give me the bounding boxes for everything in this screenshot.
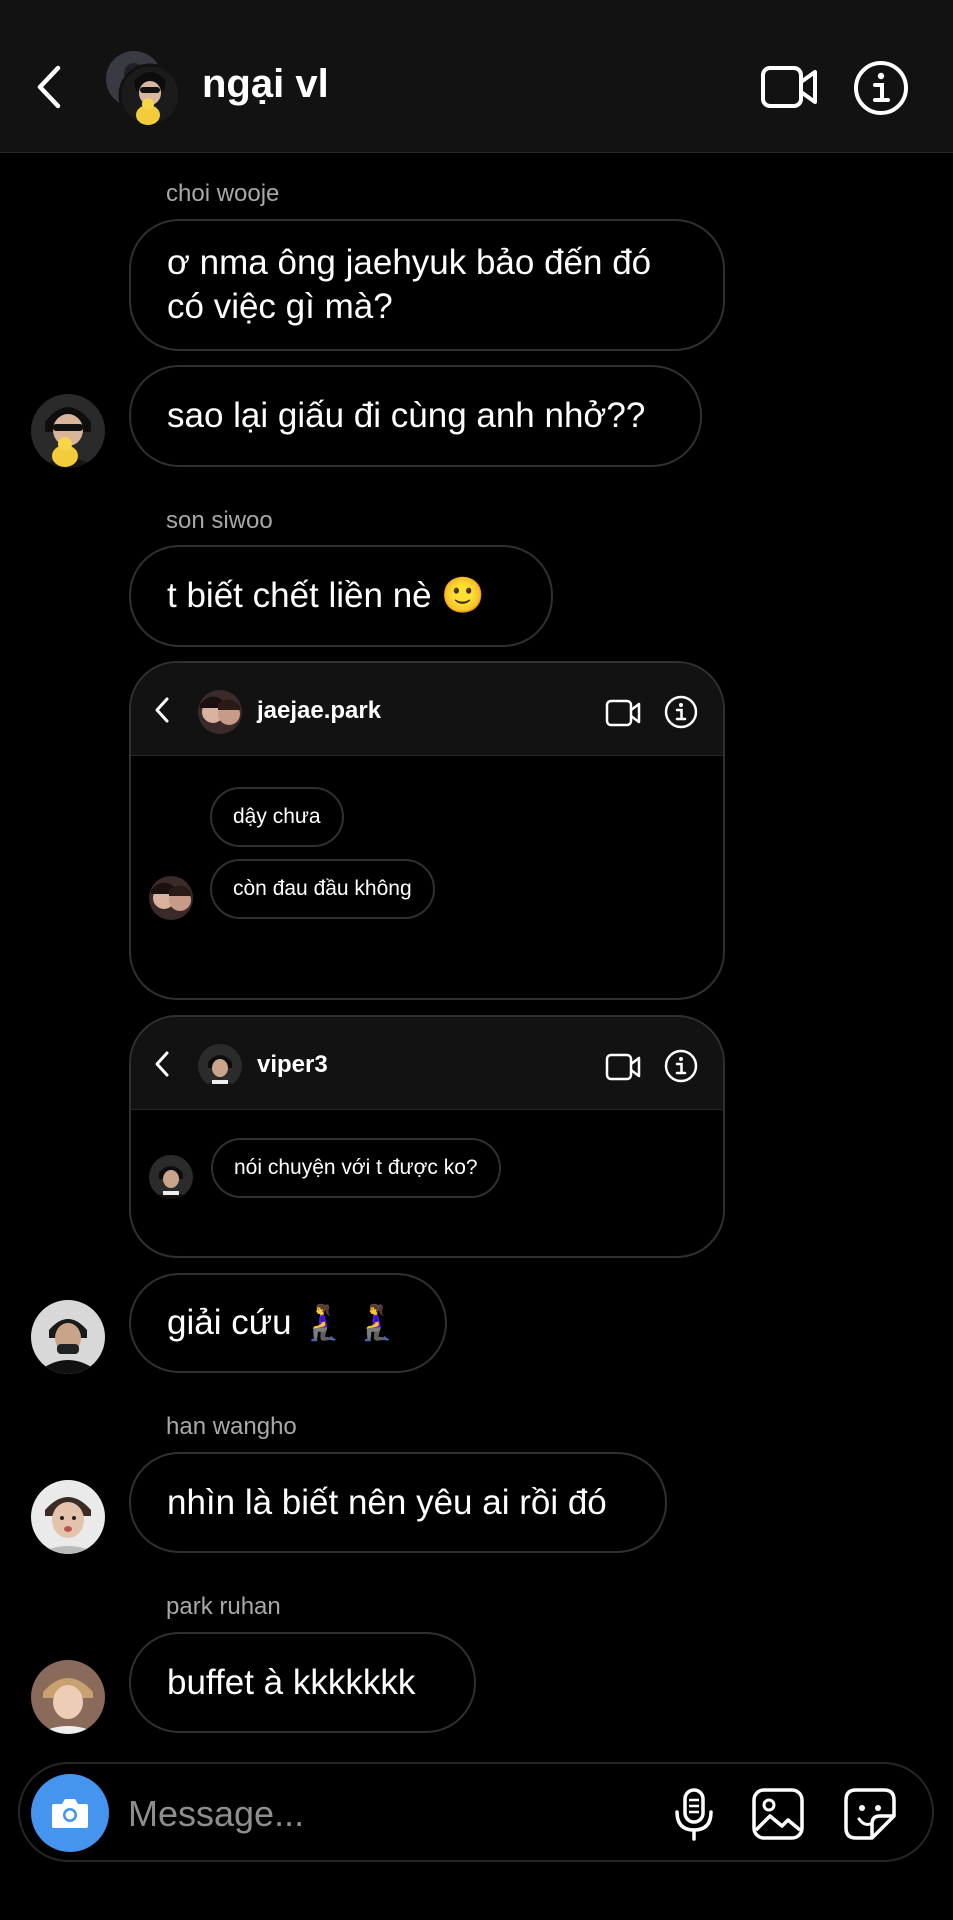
message-bubble[interactable]: ơ nma ông jaehyuk bảo đến đó có việc gì … — [129, 219, 725, 351]
message-text: buffet à kkkkkkk — [167, 1662, 416, 1702]
shared-message-text: còn đau đầu không — [233, 877, 412, 900]
video-call-icon — [605, 1053, 641, 1081]
shared-chat-title: viper3 — [257, 1051, 328, 1078]
shared-chat-screenshot[interactable]: viper3 nói chuyện với t được ko? — [129, 1015, 725, 1258]
chat-header: ngại vl — [0, 0, 953, 153]
shared-message-text: nói chuyện với t được ko? — [234, 1156, 478, 1179]
back-chevron-icon — [155, 697, 169, 723]
chat-title[interactable]: ngại vl — [202, 62, 329, 107]
avatar[interactable] — [31, 1660, 105, 1734]
info-icon — [664, 695, 698, 729]
sticker-icon[interactable] — [842, 1786, 898, 1842]
message-bubble[interactable]: t biết chết liền nè 🙂 — [129, 545, 553, 647]
message-text: t biết chết liền nè 🙂 — [167, 576, 485, 615]
shared-message-bubble: còn đau đầu không — [210, 859, 435, 919]
camera-button[interactable] — [31, 1774, 109, 1852]
info-icon — [664, 1049, 698, 1083]
gallery-icon[interactable] — [750, 1786, 806, 1842]
message-text: ơ nma ông jaehyuk bảo đến đó có việc gì … — [167, 243, 652, 326]
message-text: nhìn là biết nên yêu ai rồi đó — [167, 1482, 607, 1522]
avatar[interactable] — [31, 1480, 105, 1554]
message-bubble[interactable]: giải cứu 🧎‍♀️ 🧎‍♀️ — [129, 1273, 447, 1373]
shared-message-bubble: nói chuyện với t được ko? — [211, 1138, 501, 1198]
shared-chat-header: viper3 — [131, 1017, 723, 1110]
back-chevron-icon[interactable] — [34, 62, 64, 112]
message-bubble[interactable]: sao lại giấu đi cùng anh nhở?? — [129, 365, 702, 467]
back-chevron-icon — [155, 1051, 169, 1077]
avatar[interactable] — [31, 1300, 105, 1374]
message-bubble[interactable]: nhìn là biết nên yêu ai rồi đó — [129, 1452, 667, 1553]
video-call-icon — [605, 699, 641, 727]
avatar — [198, 1044, 242, 1088]
info-icon[interactable] — [853, 60, 909, 116]
message-input[interactable] — [126, 1788, 530, 1840]
shared-chat-header: jaejae.park — [131, 663, 723, 756]
shared-message-bubble: dậy chưa — [210, 787, 344, 847]
shared-message-text: dậy chưa — [233, 805, 321, 828]
sender-name: son siwoo — [166, 507, 273, 534]
group-avatar[interactable] — [104, 49, 180, 125]
shared-chat-title: jaejae.park — [257, 697, 382, 724]
message-bubble[interactable]: buffet à kkkkkkk — [129, 1632, 476, 1733]
message-text: sao lại giấu đi cùng anh nhở?? — [167, 396, 646, 435]
shared-chat-screenshot[interactable]: jaejae.park dậy chưa còn đau đầu không — [129, 661, 725, 1000]
avatar — [198, 690, 242, 734]
message-text: giải cứu 🧎‍♀️ 🧎‍♀️ — [167, 1303, 399, 1342]
avatar — [149, 1155, 193, 1199]
camera-icon — [52, 1799, 88, 1828]
message-composer — [18, 1762, 934, 1862]
sender-name: choi wooje — [166, 180, 280, 207]
video-call-icon[interactable] — [760, 62, 818, 112]
sender-name: park ruhan — [166, 1593, 281, 1620]
sender-name: han wangho — [166, 1413, 297, 1440]
avatar[interactable] — [31, 394, 105, 468]
microphone-icon[interactable] — [666, 1786, 722, 1842]
avatar — [149, 876, 193, 920]
